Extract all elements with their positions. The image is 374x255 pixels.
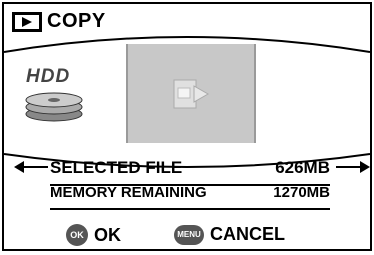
ok-button[interactable]: OK OK	[66, 224, 121, 246]
memory-remaining-label: MEMORY REMAINING	[50, 184, 207, 201]
memory-remaining-value: 1270MB	[273, 184, 330, 201]
file-icon	[173, 79, 210, 109]
ok-badge-icon: OK	[66, 224, 88, 246]
playback-icon	[12, 12, 42, 32]
selected-file-label: SELECTED FILE	[50, 158, 183, 177]
button-bar: OK OK MENU CANCEL	[4, 220, 370, 249]
arrow-left-icon[interactable]	[14, 160, 50, 174]
memory-remaining-row: MEMORY REMAINING 1270MB	[50, 184, 330, 210]
info-section: SELECTED FILE 626MB MEMORY REMAINING 127…	[4, 152, 370, 222]
cancel-button[interactable]: MENU CANCEL	[174, 224, 285, 245]
ok-label: OK	[94, 224, 121, 245]
selected-file-value: 626MB	[275, 158, 330, 177]
hdd-disk-icon[interactable]	[22, 84, 86, 124]
selected-file-row: SELECTED FILE 626MB	[50, 158, 330, 186]
copy-screen: COPY HDD SELECTED FILE 626MB MEMORY REMA…	[2, 2, 372, 251]
cancel-label: CANCEL	[210, 224, 285, 244]
menu-badge-icon: MENU	[174, 224, 204, 245]
arrow-right-icon[interactable]	[334, 160, 370, 174]
